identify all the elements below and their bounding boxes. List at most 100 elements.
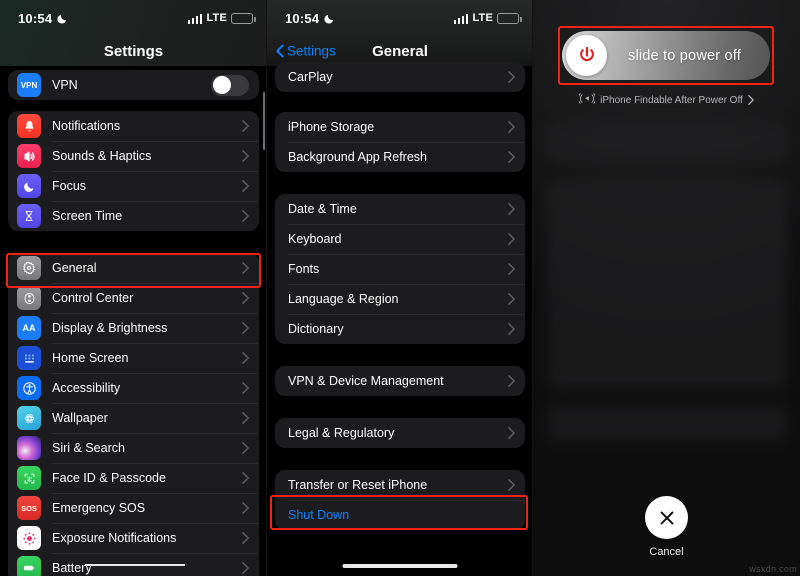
settings-row-keyboard[interactable]: Keyboard xyxy=(275,224,525,254)
settings-row-date-time[interactable]: Date & Time xyxy=(275,194,525,224)
settings-row-transfer-reset-iphone[interactable]: Transfer or Reset iPhone xyxy=(275,470,525,500)
close-x-icon[interactable] xyxy=(645,496,688,539)
settings-row-label: Emergency SOS xyxy=(52,501,231,515)
battery-green-icon xyxy=(17,556,41,576)
emergency-sos-icon: SOS xyxy=(17,496,41,520)
power-symbol-icon xyxy=(576,45,598,67)
status-right: LTE xyxy=(188,12,253,24)
settings-row-iphone-storage[interactable]: iPhone Storage xyxy=(275,112,525,142)
settings-row-general[interactable]: General xyxy=(8,253,259,283)
settings-row-fonts[interactable]: Fonts xyxy=(275,254,525,284)
power-button-icon[interactable] xyxy=(566,35,607,76)
slide-to-power-off-control[interactable]: slide to power off xyxy=(562,31,770,80)
chevron-right-icon xyxy=(508,323,515,335)
settings-row-background-app-refresh[interactable]: Background App Refresh xyxy=(275,142,525,172)
chevron-right-icon xyxy=(508,151,515,163)
chevron-right-icon xyxy=(508,203,515,215)
settings-row-sounds-haptics[interactable]: Sounds & Haptics xyxy=(8,141,259,171)
accessibility-icon xyxy=(17,376,41,400)
wallpaper-flower-icon xyxy=(17,406,41,430)
settings-row-label: Exposure Notifications xyxy=(52,531,231,545)
home-screen-grid-icon xyxy=(17,346,41,370)
settings-row-label: CarPlay xyxy=(288,70,497,84)
settings-scroll-panel2[interactable]: CarPlay iPhone Storage Background App Re… xyxy=(267,62,533,530)
panel-power-off: slide to power off iPhone Findable After… xyxy=(533,0,800,576)
settings-group-storage: iPhone Storage Background App Refresh xyxy=(275,112,525,172)
chevron-right-icon xyxy=(242,262,249,274)
speaker-sound-icon xyxy=(17,144,41,168)
slide-to-power-off-label: slide to power off xyxy=(607,48,762,64)
battery-icon xyxy=(231,13,253,24)
settings-row-vpn[interactable]: VPN VPN xyxy=(8,70,259,100)
settings-row-language-region[interactable]: Language & Region xyxy=(275,284,525,314)
settings-row-label: Legal & Regulatory xyxy=(288,426,497,440)
settings-group-carplay: CarPlay xyxy=(275,62,525,92)
scrollbar-indicator[interactable] xyxy=(263,92,265,150)
back-label: Settings xyxy=(287,44,336,59)
scroll-drag-artifact xyxy=(85,564,185,566)
settings-row-notifications[interactable]: Notifications xyxy=(8,111,259,141)
settings-row-label: Home Screen xyxy=(52,351,231,365)
findable-broadcast-icon xyxy=(579,93,595,107)
nav-bar-panel1: Settings xyxy=(0,36,267,66)
settings-row-screen-time[interactable]: Screen Time xyxy=(8,201,259,231)
settings-row-label: Accessibility xyxy=(52,381,231,395)
settings-scroll-panel1[interactable]: VPN VPN Notifications xyxy=(0,70,267,576)
settings-row-label: Wallpaper xyxy=(52,411,231,425)
cancel-control[interactable]: Cancel xyxy=(533,496,800,558)
settings-group-vpn: VPN VPN xyxy=(8,70,259,100)
chevron-right-icon xyxy=(508,121,515,133)
chevron-right-icon xyxy=(242,382,249,394)
settings-row-wallpaper[interactable]: Wallpaper xyxy=(8,403,259,433)
settings-row-legal-regulatory[interactable]: Legal & Regulatory xyxy=(275,418,525,448)
chevron-right-icon xyxy=(242,472,249,484)
home-indicator xyxy=(343,564,458,568)
settings-row-label: Screen Time xyxy=(52,209,231,223)
panel-general-settings: 10:54 LTE Settings General CarPlay xyxy=(267,0,533,576)
settings-row-vpn-device-management[interactable]: VPN & Device Management xyxy=(275,366,525,396)
settings-row-exposure-notifications[interactable]: Exposure Notifications xyxy=(8,523,259,553)
three-panel-screenshot: 10:54 LTE Settings VPN VPN xyxy=(0,0,800,576)
settings-row-label: Notifications xyxy=(52,119,231,133)
chevron-right-icon xyxy=(508,71,515,83)
settings-row-display-brightness[interactable]: AA Display & Brightness xyxy=(8,313,259,343)
chevron-right-icon xyxy=(242,532,249,544)
crescent-moon-icon xyxy=(324,13,335,24)
chevron-right-icon xyxy=(242,180,249,192)
display-brightness-icon: AA xyxy=(17,316,41,340)
power-off-slider[interactable]: slide to power off xyxy=(562,31,770,80)
settings-row-control-center[interactable]: Control Center xyxy=(8,283,259,313)
vpn-toggle[interactable] xyxy=(211,75,249,96)
carrier-label: LTE xyxy=(472,12,493,24)
iphone-findable-row[interactable]: iPhone Findable After Power Off xyxy=(533,93,800,107)
settings-row-accessibility[interactable]: Accessibility xyxy=(8,373,259,403)
settings-row-shut-down[interactable]: Shut Down xyxy=(275,500,525,530)
settings-row-label: Sounds & Haptics xyxy=(52,149,231,163)
settings-row-label: General xyxy=(52,261,231,275)
chevron-right-icon xyxy=(508,233,515,245)
settings-row-carplay[interactable]: CarPlay xyxy=(275,62,525,92)
cellular-bars-icon xyxy=(454,13,469,24)
status-left: 10:54 xyxy=(285,11,335,26)
settings-row-focus[interactable]: Focus xyxy=(8,171,259,201)
findable-label: iPhone Findable After Power Off xyxy=(600,95,743,106)
status-right: LTE xyxy=(454,12,519,24)
chevron-right-icon xyxy=(242,412,249,424)
settings-row-face-id-passcode[interactable]: Face ID & Passcode xyxy=(8,463,259,493)
hourglass-icon xyxy=(17,204,41,228)
chevron-right-icon xyxy=(242,120,249,132)
chevron-right-icon xyxy=(242,502,249,514)
settings-row-label: Display & Brightness xyxy=(52,321,231,335)
settings-row-label: Control Center xyxy=(52,291,231,305)
chevron-right-icon xyxy=(242,292,249,304)
settings-group-legal: Legal & Regulatory xyxy=(275,418,525,448)
settings-row-emergency-sos[interactable]: SOS Emergency SOS xyxy=(8,493,259,523)
back-to-settings-button[interactable]: Settings xyxy=(276,44,336,59)
cellular-bars-icon xyxy=(188,13,203,24)
settings-row-label: iPhone Storage xyxy=(288,120,497,134)
nav-bar-panel2: Settings General xyxy=(267,36,533,66)
settings-row-home-screen[interactable]: Home Screen xyxy=(8,343,259,373)
settings-row-dictionary[interactable]: Dictionary xyxy=(275,314,525,344)
settings-row-siri-search[interactable]: Siri & Search xyxy=(8,433,259,463)
settings-row-label: VPN & Device Management xyxy=(288,374,497,388)
